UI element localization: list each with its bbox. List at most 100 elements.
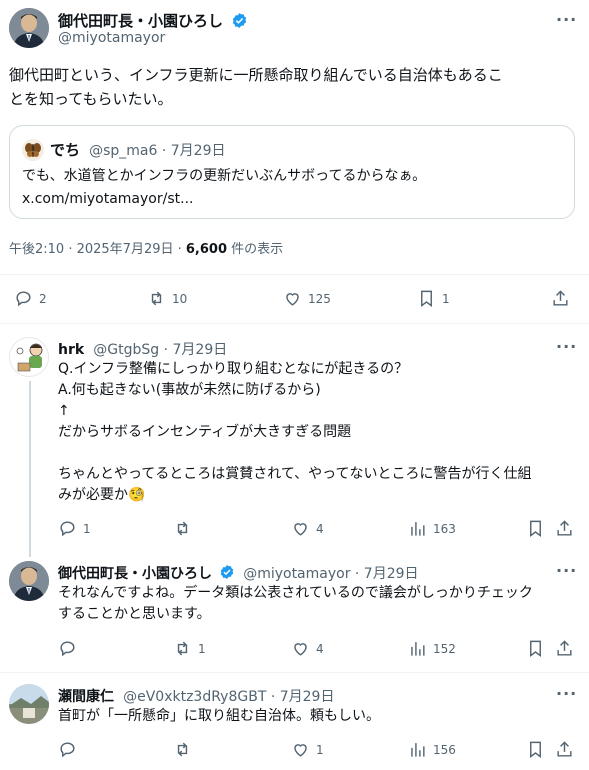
reply-icon bbox=[60, 641, 75, 657]
avatar-seken[interactable] bbox=[9, 684, 49, 724]
more-options-icon[interactable]: ··· bbox=[556, 337, 577, 356]
bookmark-button[interactable] bbox=[526, 740, 545, 759]
like-count: 4 bbox=[316, 641, 324, 656]
reply-author-name[interactable]: hrk bbox=[58, 342, 84, 358]
avatar-hrk[interactable] bbox=[9, 337, 49, 377]
quote-link[interactable]: x.com/miyotamayor/st... bbox=[22, 189, 193, 210]
quote-header: でち @sp_ma6 · 7月29日 bbox=[50, 139, 226, 160]
bookmark-count: 1 bbox=[442, 291, 450, 306]
views-button[interactable]: 163 bbox=[408, 519, 456, 538]
reply-handle-date[interactable]: @eV0xktz3dRy8GBT · 7月29日 bbox=[123, 689, 334, 705]
quote-handle-date: @sp_ma6 · 7月29日 bbox=[89, 143, 226, 159]
landscape-photo-icon bbox=[9, 684, 49, 724]
reply-author-name[interactable]: 瀬間康仁 bbox=[58, 689, 114, 705]
like-button[interactable]: 1 bbox=[291, 740, 324, 759]
reply-icon bbox=[60, 521, 75, 537]
views-button[interactable]: 156 bbox=[408, 740, 456, 759]
reply-header-seken: 瀬間康仁 @eV0xktz3dRy8GBT · 7月29日 bbox=[58, 686, 334, 706]
repost-button[interactable] bbox=[173, 740, 198, 759]
quote-author-name: でち bbox=[50, 141, 81, 159]
bookmark-button[interactable]: 1 bbox=[417, 289, 450, 308]
verified-badge-icon bbox=[233, 12, 247, 28]
reply-header-hrk: hrk @GtgbSg · 7月29日 bbox=[58, 339, 227, 359]
like-count: 4 bbox=[316, 521, 324, 536]
share-button[interactable] bbox=[555, 519, 574, 538]
views-count: 163 bbox=[433, 521, 456, 536]
heart-icon bbox=[294, 523, 307, 536]
like-count: 125 bbox=[308, 291, 331, 306]
reply-count: 1 bbox=[83, 521, 91, 536]
views-chart-icon bbox=[411, 522, 425, 536]
avatar-quote-author bbox=[22, 139, 44, 161]
reply-button[interactable] bbox=[58, 639, 83, 658]
share-button[interactable] bbox=[555, 740, 574, 759]
views-chart-icon bbox=[411, 743, 425, 757]
bookmark-button[interactable] bbox=[526, 639, 545, 658]
repost-button[interactable]: 1 bbox=[173, 639, 206, 658]
views-label: 件の表示 bbox=[227, 242, 284, 257]
main-author-name[interactable]: 御代田町長・小園ひろし bbox=[58, 10, 248, 31]
more-options-icon[interactable]: ··· bbox=[556, 684, 577, 703]
heart-icon bbox=[286, 293, 299, 306]
views-chart-icon bbox=[411, 642, 425, 656]
views-count: 152 bbox=[433, 641, 456, 656]
views-count: 156 bbox=[433, 742, 456, 757]
verified-badge-icon bbox=[220, 565, 234, 579]
reply-button[interactable]: 2 bbox=[14, 289, 47, 308]
reply-text: それなんですよね。データ類は公表されているので議会がしっかりチェック することか… bbox=[58, 585, 533, 622]
main-author-name-text: 御代田町長・小園ひろし bbox=[58, 12, 224, 30]
bookmark-icon bbox=[530, 741, 541, 759]
repost-count: 1 bbox=[198, 641, 206, 656]
post-timestamp: 午後2:10 · 2025年7月29日 · 6,600 件の表示 bbox=[9, 238, 283, 257]
heart-icon bbox=[294, 744, 307, 757]
timestamp-text[interactable]: 午後2:10 · 2025年7月29日 · bbox=[9, 242, 186, 257]
like-button[interactable]: 4 bbox=[291, 519, 324, 538]
views-button[interactable]: 152 bbox=[408, 639, 456, 658]
quote-text: でも、水道管とかインフラの更新だいぶんサボってるからなぁ。 bbox=[22, 168, 427, 184]
repost-icon bbox=[177, 521, 188, 536]
divider bbox=[0, 672, 589, 673]
bookmark-button[interactable] bbox=[526, 519, 545, 538]
divider bbox=[0, 323, 589, 324]
reply-text: 首町が「一所懸命」に取り組む自治体。頼もしい。 bbox=[58, 708, 380, 724]
avatar-main-author[interactable] bbox=[9, 8, 49, 48]
quoted-post-card[interactable]: でち @sp_ma6 · 7月29日 でも、水道管とかインフラの更新だいぶんサボ… bbox=[9, 125, 575, 219]
like-count: 1 bbox=[316, 742, 324, 757]
like-button[interactable]: 125 bbox=[283, 289, 331, 308]
reply-text: Q.インフラ整備にしっかり取り組むとなにが起きるの？ A.何も起きない(事故が未… bbox=[58, 361, 532, 503]
butterfly-icon bbox=[22, 139, 44, 161]
reply-icon bbox=[60, 742, 75, 758]
share-button[interactable] bbox=[555, 639, 574, 658]
main-author-handle[interactable]: @miyotamayor bbox=[58, 30, 165, 46]
repost-icon bbox=[177, 742, 188, 757]
repost-button[interactable] bbox=[173, 519, 198, 538]
reply-header-mayor: 御代田町長・小園ひろし @miyotamayor · 7月29日 bbox=[58, 563, 419, 583]
heart-icon bbox=[294, 643, 307, 656]
share-icon bbox=[557, 520, 572, 536]
divider bbox=[0, 274, 589, 275]
reply-button[interactable] bbox=[58, 740, 83, 759]
avatar-main-author[interactable] bbox=[9, 561, 49, 601]
share-icon bbox=[557, 640, 572, 656]
reply-icon bbox=[16, 291, 31, 307]
thread-connector-line bbox=[29, 381, 31, 557]
reply-button[interactable]: 1 bbox=[58, 519, 91, 538]
share-button[interactable] bbox=[551, 289, 570, 308]
more-options-icon[interactable]: ··· bbox=[556, 561, 577, 580]
like-button[interactable]: 4 bbox=[291, 639, 324, 658]
more-options-icon[interactable]: ··· bbox=[556, 10, 577, 29]
repost-button[interactable]: 10 bbox=[147, 289, 187, 308]
reply-handle-date[interactable]: @miyotamayor · 7月29日 bbox=[243, 566, 418, 582]
avatar-portrait-icon bbox=[9, 561, 49, 601]
bookmark-icon bbox=[421, 290, 432, 308]
illustration-avatar-icon bbox=[10, 338, 48, 376]
reply-count: 2 bbox=[39, 291, 47, 306]
repost-icon bbox=[177, 641, 188, 656]
share-icon bbox=[557, 741, 572, 757]
main-post-text: 御代田町という、インフラ更新に一所懸命取り組んでいる自治体もあるこ とを知っても… bbox=[9, 66, 503, 108]
reply-handle-date[interactable]: @GtgbSg · 7月29日 bbox=[93, 342, 227, 358]
reply-author-name[interactable]: 御代田町長・小園ひろし bbox=[58, 566, 212, 582]
bookmark-icon bbox=[530, 520, 541, 538]
repost-icon bbox=[151, 291, 162, 306]
avatar-portrait-icon bbox=[9, 8, 49, 48]
